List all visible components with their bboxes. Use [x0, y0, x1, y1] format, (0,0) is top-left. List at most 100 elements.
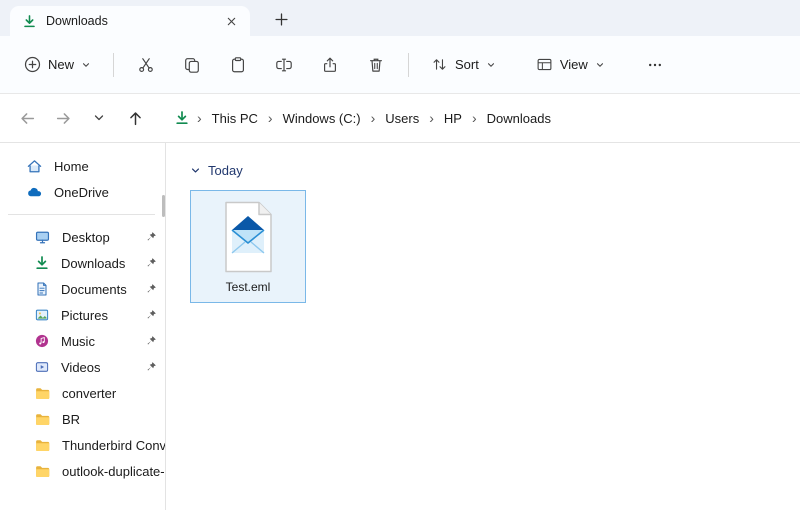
folder-icon: [34, 463, 51, 480]
tab-bar: Downloads: [0, 0, 800, 36]
breadcrumb-windows-c[interactable]: Windows (C:): [276, 107, 368, 130]
rename-button[interactable]: [264, 46, 304, 84]
address-bar[interactable]: › This PC › Windows (C:) › Users › HP › …: [164, 101, 790, 135]
sidebar-item-onedrive[interactable]: OneDrive: [0, 179, 165, 205]
folder-icon: [34, 385, 51, 402]
rename-icon: [275, 56, 293, 74]
pin-icon: [145, 257, 157, 269]
sort-button[interactable]: Sort: [421, 48, 506, 81]
more-options-icon: [647, 57, 663, 73]
tab-downloads[interactable]: Downloads: [10, 6, 250, 36]
breadcrumb-separator-icon: ›: [370, 110, 377, 126]
command-toolbar: New: [0, 36, 800, 94]
copy-icon: [183, 56, 201, 74]
toolbar-divider: [408, 53, 409, 77]
view-button[interactable]: View: [526, 48, 615, 81]
new-plus-icon: [24, 56, 41, 73]
pin-icon: [145, 309, 157, 321]
sidebar-item-label: converter: [62, 386, 165, 401]
group-header-today[interactable]: Today: [190, 163, 800, 178]
breadcrumb-separator-icon: ›: [196, 110, 203, 126]
view-icon: [536, 56, 553, 73]
paste-icon: [229, 56, 247, 74]
more-options-button[interactable]: [635, 46, 675, 84]
sidebar-item-label: Pictures: [61, 308, 134, 323]
downloads-icon: [22, 14, 37, 29]
pin-icon: [145, 335, 157, 347]
breadcrumb-downloads[interactable]: Downloads: [480, 107, 558, 130]
sidebar-item-outlook-duplicate-remover[interactable]: outlook-duplicate-re: [0, 458, 165, 484]
videos-icon: [34, 359, 50, 375]
sidebar-separator: [8, 214, 155, 215]
sidebar-item-br[interactable]: BR: [0, 406, 165, 432]
sidebar-item-downloads[interactable]: Downloads: [0, 250, 165, 276]
file-item-test-eml[interactable]: Test.eml: [190, 190, 306, 303]
toolbar-divider: [113, 53, 114, 77]
sidebar-item-videos[interactable]: Videos: [0, 354, 165, 380]
tab-title: Downloads: [46, 14, 211, 28]
share-icon: [321, 56, 339, 74]
paste-button[interactable]: [218, 46, 258, 84]
sidebar-scrollbar[interactable]: [162, 195, 165, 217]
sidebar-item-label: Videos: [61, 360, 134, 375]
cut-button[interactable]: [126, 46, 166, 84]
breadcrumb-separator-icon: ›: [428, 110, 435, 126]
sidebar-item-desktop[interactable]: Desktop: [0, 224, 165, 250]
breadcrumb-hp[interactable]: HP: [437, 107, 469, 130]
music-icon: [34, 333, 50, 349]
navigation-bar: › This PC › Windows (C:) › Users › HP › …: [0, 94, 800, 143]
cut-icon: [137, 56, 155, 74]
sidebar-item-music[interactable]: Music: [0, 328, 165, 354]
sort-label: Sort: [455, 57, 479, 72]
new-button[interactable]: New: [14, 48, 101, 81]
share-button[interactable]: [310, 46, 350, 84]
sidebar-item-label: Music: [61, 334, 134, 349]
forward-button[interactable]: [46, 102, 80, 134]
sidebar-item-label: BR: [62, 412, 165, 427]
navigation-pane: Home OneDrive Desktop: [0, 143, 166, 510]
sidebar-item-label: Home: [54, 159, 165, 174]
new-tab-button[interactable]: [266, 5, 296, 33]
file-list-area: Today Test.eml: [166, 143, 800, 510]
sidebar-item-label: outlook-duplicate-re: [62, 464, 165, 479]
sidebar-item-label: Downloads: [61, 256, 134, 271]
desktop-icon: [34, 229, 51, 246]
breadcrumb-separator-icon: ›: [471, 110, 478, 126]
onedrive-icon: [26, 184, 43, 201]
pictures-icon: [34, 307, 50, 323]
breadcrumb-users[interactable]: Users: [378, 107, 426, 130]
downloads-icon: [174, 110, 190, 126]
sidebar-item-label: Thunderbird Converte: [62, 438, 165, 453]
recent-locations-button[interactable]: [82, 102, 116, 134]
up-button[interactable]: [118, 102, 152, 134]
tab-close-icon[interactable]: [220, 10, 242, 32]
back-button[interactable]: [10, 102, 44, 134]
sidebar-item-documents[interactable]: Documents: [0, 276, 165, 302]
delete-icon: [367, 56, 385, 74]
sidebar-item-label: OneDrive: [54, 185, 165, 200]
file-name-label: Test.eml: [226, 280, 271, 294]
sidebar-item-converter[interactable]: converter: [0, 380, 165, 406]
file-explorer-window: Downloads New: [0, 0, 800, 510]
home-icon: [26, 158, 43, 175]
explorer-body: Home OneDrive Desktop: [0, 143, 800, 510]
sidebar-item-thunderbird-converter[interactable]: Thunderbird Converte: [0, 432, 165, 458]
sidebar-item-label: Desktop: [62, 230, 134, 245]
chevron-down-icon: [595, 60, 605, 70]
view-label: View: [560, 57, 588, 72]
sidebar-item-home[interactable]: Home: [0, 153, 165, 179]
delete-button[interactable]: [356, 46, 396, 84]
sort-icon: [431, 56, 448, 73]
group-label: Today: [208, 163, 243, 178]
eml-file-icon: [218, 201, 278, 273]
breadcrumb-this-pc[interactable]: This PC: [205, 107, 265, 130]
copy-button[interactable]: [172, 46, 212, 84]
chevron-down-icon: [486, 60, 496, 70]
folder-icon: [34, 437, 51, 454]
pin-icon: [145, 361, 157, 373]
pin-icon: [145, 231, 157, 243]
chevron-down-icon: [81, 60, 91, 70]
sidebar-item-pictures[interactable]: Pictures: [0, 302, 165, 328]
new-label: New: [48, 57, 74, 72]
sidebar-item-label: Documents: [61, 282, 134, 297]
